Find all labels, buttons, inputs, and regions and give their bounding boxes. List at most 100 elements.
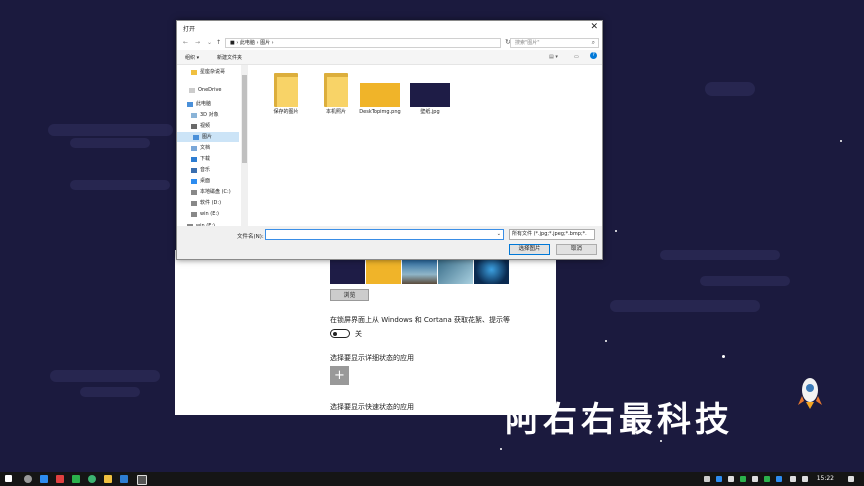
star bbox=[722, 355, 725, 358]
quick-status-heading: 选择要显示快速状态的应用 bbox=[330, 403, 414, 411]
nav-item[interactable]: 音乐 bbox=[191, 165, 210, 175]
nav-item[interactable]: 下载 bbox=[191, 154, 210, 164]
tray-icon[interactable] bbox=[704, 476, 710, 482]
nav-item-label: 文档 bbox=[200, 145, 211, 151]
nav-item-label: 桌面 bbox=[200, 178, 211, 184]
taskbar-app-icon[interactable] bbox=[56, 475, 64, 483]
dialog-title: 打开 bbox=[183, 26, 196, 33]
image-file-item[interactable]: 壁纸.jpg bbox=[407, 73, 453, 116]
settings-window: 浏览 在锁屏界面上从 Windows 和 Cortana 获取花絮、提示等 关 … bbox=[175, 250, 556, 415]
back-icon[interactable]: ← bbox=[183, 39, 188, 46]
recent-image-thumb[interactable] bbox=[438, 260, 473, 284]
nav-item[interactable]: 图片 bbox=[177, 132, 239, 142]
nav-item[interactable]: 桌面 bbox=[191, 176, 210, 186]
taskbar-app-icon[interactable] bbox=[72, 475, 80, 483]
history-chevron-icon[interactable]: ⌄ bbox=[207, 39, 212, 46]
taskbar-app-icon[interactable] bbox=[88, 475, 96, 483]
up-icon[interactable]: ↑ bbox=[216, 39, 221, 46]
nav-item[interactable]: 3D 对象 bbox=[191, 110, 219, 120]
address-row: ← → ⌄ ↑ ■ › 此电脑 › 图片 › ↻ 搜索"图片" ⌕ bbox=[177, 36, 602, 50]
search-input[interactable]: 搜索"图片" ⌕ bbox=[510, 38, 599, 48]
nav-item[interactable]: 本地磁盘 (C:) bbox=[191, 187, 231, 197]
tray-icon[interactable] bbox=[752, 476, 758, 482]
recent-image-thumb[interactable] bbox=[330, 260, 365, 284]
search-placeholder: 搜索"图片" bbox=[515, 40, 540, 46]
tray-icon[interactable] bbox=[716, 476, 722, 482]
nav-item[interactable]: 星座杂说哥 bbox=[191, 67, 225, 77]
notification-icon[interactable] bbox=[848, 476, 854, 482]
file-name: DeskTopimg.png bbox=[359, 109, 401, 115]
nav-scroll-thumb[interactable] bbox=[242, 75, 247, 163]
download-icon bbox=[191, 156, 197, 162]
open-button[interactable]: 选择图片 bbox=[509, 244, 550, 255]
network-icon[interactable] bbox=[802, 476, 808, 482]
nav-item-label: 下载 bbox=[200, 156, 211, 162]
volume-icon[interactable] bbox=[790, 476, 796, 482]
tray-icon[interactable] bbox=[776, 476, 782, 482]
music-icon bbox=[191, 167, 197, 173]
address-bar[interactable]: ■ › 此电脑 › 图片 › bbox=[225, 38, 501, 48]
organize-menu[interactable]: 组织 ▾ bbox=[185, 54, 199, 61]
nav-item[interactable]: 文档 bbox=[191, 143, 210, 153]
desktop-icon bbox=[191, 178, 197, 184]
help-icon[interactable]: ? bbox=[590, 52, 597, 59]
nav-scrollbar[interactable] bbox=[241, 65, 248, 226]
taskbar: 15:22 bbox=[0, 472, 864, 486]
lockscreen-tips-toggle[interactable] bbox=[330, 329, 350, 338]
background-cloud bbox=[50, 370, 160, 382]
folder-icon bbox=[191, 69, 197, 75]
nav-item[interactable]: 软件 (D:) bbox=[191, 198, 221, 208]
nav-item-label: OneDrive bbox=[198, 87, 222, 93]
close-icon[interactable]: ✕ bbox=[590, 22, 598, 32]
view-options-icon[interactable]: ▤ ▾ bbox=[549, 54, 558, 60]
tray-icon[interactable] bbox=[764, 476, 770, 482]
tray-icon[interactable] bbox=[728, 476, 734, 482]
taskbar-app-icon[interactable] bbox=[24, 475, 32, 483]
nav-item-label: 本地磁盘 (C:) bbox=[200, 189, 231, 195]
background-cloud bbox=[70, 180, 170, 190]
file-name: 保存的图片 bbox=[273, 109, 299, 115]
recent-image-thumb[interactable] bbox=[366, 260, 401, 284]
rocket-icon bbox=[798, 378, 822, 409]
taskbar-app-icon[interactable] bbox=[104, 475, 112, 483]
taskbar-app-icon[interactable] bbox=[120, 475, 128, 483]
nav-item-label: win (E:) bbox=[200, 211, 219, 217]
file-type-filter[interactable]: 所有文件 (*.jpg;*.jpeg;*.bmp;*. bbox=[509, 229, 595, 240]
nav-item-label: 此电脑 bbox=[196, 101, 212, 107]
nav-item[interactable]: 此电脑 bbox=[187, 99, 211, 109]
folder-item[interactable]: 本机照片 bbox=[313, 73, 359, 116]
taskbar-app-icon[interactable] bbox=[40, 475, 48, 483]
background-cloud bbox=[660, 250, 780, 260]
cancel-button[interactable]: 取消 bbox=[556, 244, 597, 255]
chevron-down-icon[interactable]: ⌄ bbox=[497, 231, 501, 237]
add-app-button[interactable]: + bbox=[330, 366, 349, 385]
recent-image-thumb[interactable] bbox=[402, 260, 437, 284]
tray-icon[interactable] bbox=[740, 476, 746, 482]
new-folder-button[interactable]: 新建文件夹 bbox=[217, 54, 242, 61]
nav-item[interactable]: OneDrive bbox=[189, 85, 222, 95]
recent-images bbox=[330, 260, 509, 284]
windows-start-icon[interactable] bbox=[5, 475, 12, 482]
recent-image-thumb[interactable] bbox=[474, 260, 509, 284]
lockscreen-tips-text: 在锁屏界面上从 Windows 和 Cortana 获取花絮、提示等 bbox=[330, 316, 510, 324]
forward-icon[interactable]: → bbox=[195, 39, 200, 46]
clock[interactable]: 15:22 bbox=[817, 475, 834, 482]
onedrive-icon bbox=[189, 87, 195, 93]
taskbar-app-icon[interactable] bbox=[137, 475, 147, 485]
preview-pane-icon[interactable]: ▭ bbox=[574, 54, 579, 60]
nav-item[interactable]: win (E:) bbox=[191, 209, 219, 219]
folder-icon bbox=[274, 73, 298, 107]
detail-status-heading: 选择要显示详细状态的应用 bbox=[330, 354, 414, 362]
pc-icon bbox=[187, 101, 193, 107]
folder-item[interactable]: 保存的图片 bbox=[263, 73, 309, 116]
nav-item-label: 3D 对象 bbox=[200, 112, 219, 118]
browse-button[interactable]: 浏览 bbox=[330, 289, 369, 301]
background-cloud bbox=[80, 387, 140, 397]
search-icon: ⌕ bbox=[591, 39, 595, 46]
video-icon bbox=[191, 123, 197, 129]
dialog-titlebar[interactable]: 打开 ✕ bbox=[177, 21, 602, 36]
filename-input[interactable]: ⌄ bbox=[265, 229, 504, 240]
nav-item[interactable]: 视频 bbox=[191, 121, 210, 131]
dialog-content: 星座杂说哥 OneDrive 此电脑 3D 对象视频 图片文档下载音乐桌面本地磁盘 (C… bbox=[177, 65, 602, 226]
image-file-item[interactable]: DeskTopimg.png bbox=[357, 73, 403, 116]
